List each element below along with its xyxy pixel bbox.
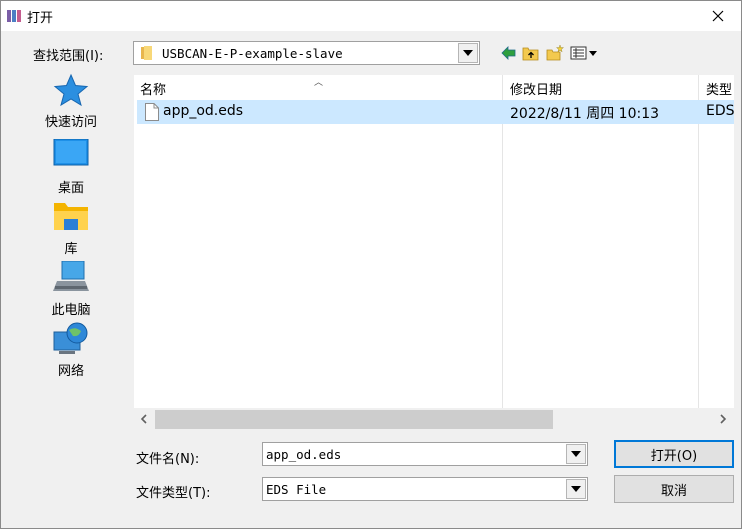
file-row[interactable]: app_od.eds 2022/8/11 周四 10:13 EDS [137,100,735,124]
filetype-label: 文件类型(T): [136,486,211,501]
column-header-modified[interactable]: 修改日期 [510,79,562,98]
filetype-select[interactable]: EDS File [262,477,588,501]
place-label: 快速访问 [44,115,97,130]
filetype-value: EDS File [266,482,327,497]
sort-ascending-icon: ︿ [314,78,324,88]
scroll-right-button[interactable] [716,412,730,426]
column-divider[interactable] [698,75,699,408]
place-desktop[interactable]: 桌面 [23,139,119,197]
lookin-dropdown-button[interactable] [458,43,478,63]
place-quick-access[interactable]: 快速访问 [23,73,119,131]
filename-label: 文件名(N): [136,452,200,467]
column-header-name[interactable]: 名称 [140,79,166,98]
place-this-pc[interactable]: 此电脑 [23,261,119,319]
file-type: EDS [706,103,735,119]
place-label: 此电脑 [51,303,91,318]
close-button[interactable] [695,1,741,31]
filename-value: app_od.eds [266,447,342,462]
star-icon [53,73,89,107]
chevron-left-icon [140,414,147,424]
up-folder-icon [522,47,539,61]
lookin-value: USBCAN-E-P-example-slave [162,46,343,61]
place-label: 桌面 [57,181,84,196]
place-library[interactable]: 库 [23,200,119,258]
new-folder-button[interactable] [545,43,565,63]
file-modified: 2022/8/11 周四 10:13 [510,106,660,122]
window-title: 打开 [27,11,54,26]
column-divider[interactable] [502,75,503,408]
up-folder-button[interactable] [521,43,541,63]
place-label: 库 [64,242,78,257]
place-label: 网络 [57,364,84,379]
library-icon [54,203,88,230]
file-icon [145,103,159,121]
chevron-right-icon [720,414,727,424]
close-icon [712,10,724,22]
horizontal-scrollbar[interactable] [134,408,734,431]
filename-dropdown-button[interactable] [566,444,586,464]
back-icon [501,46,516,60]
chevron-down-icon [571,451,581,457]
filename-input[interactable]: app_od.eds [262,442,588,466]
chevron-down-icon [463,50,473,56]
lookin-label: 查找范围(I): [33,49,104,64]
folder-icon [141,46,152,60]
new-folder-icon [546,45,564,61]
desktop-icon [53,139,89,166]
view-menu-icon [570,46,597,60]
app-icon [7,10,21,22]
column-header-type[interactable]: 类型 [706,79,732,98]
file-list[interactable]: ︿ 名称 修改日期 类型 app_od.eds 2022/8/11 周四 10:… [134,75,735,431]
lookin-combo[interactable]: USBCAN-E-P-example-slave [133,41,480,65]
scroll-thumb[interactable] [155,410,553,429]
cancel-button[interactable]: 取消 [614,475,734,503]
computer-icon [53,261,89,291]
place-network[interactable]: 网络 [23,322,119,380]
open-file-dialog: 打开 查找范围(I): USBCAN-E-P-example-slave 快速访… [0,0,742,529]
filetype-dropdown-button[interactable] [566,479,586,499]
network-icon [53,322,88,354]
view-menu-button[interactable] [569,43,599,63]
title-bar: 打开 [1,1,741,31]
places-bar: 快速访问 桌面 库 此电脑 网络 [23,73,119,433]
back-button[interactable] [499,43,519,63]
open-button[interactable]: 打开(O) [614,440,734,468]
file-name: app_od.eds [163,103,244,119]
scroll-left-button[interactable] [137,412,151,426]
chevron-down-icon [571,486,581,492]
